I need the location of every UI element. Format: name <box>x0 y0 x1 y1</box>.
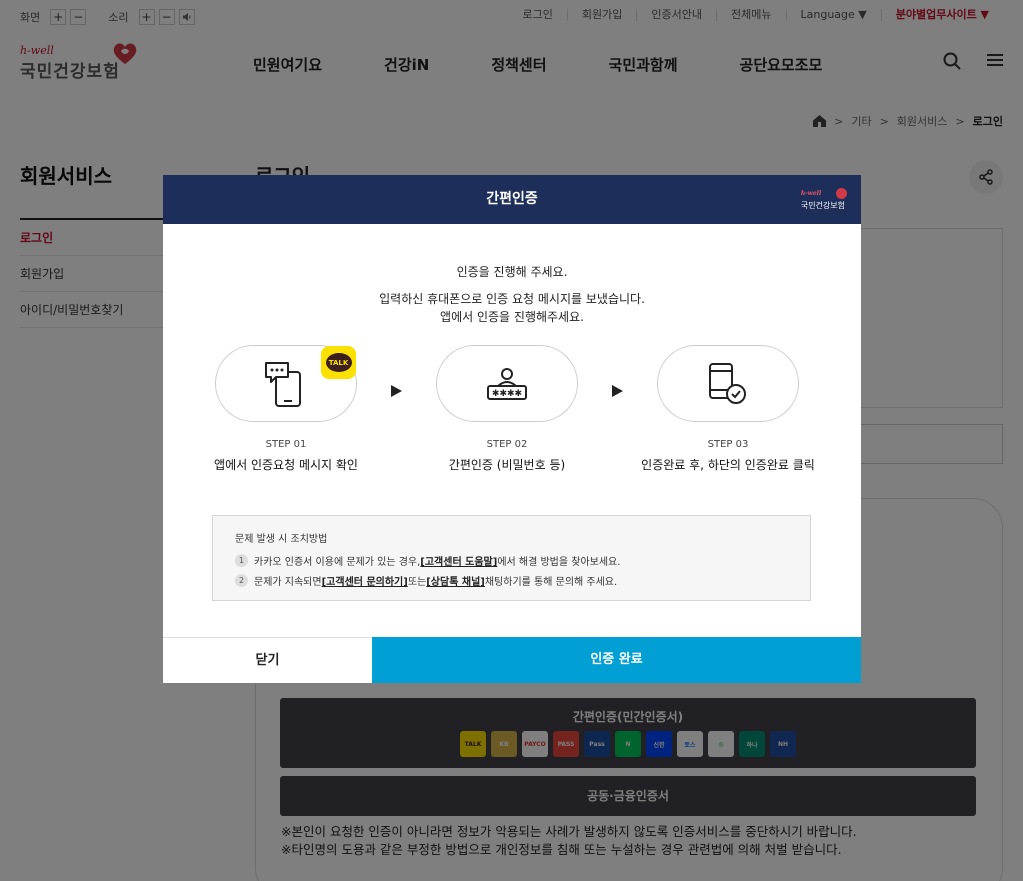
modal-logo: h-well 국민건강보험 <box>800 188 847 211</box>
phone-message-icon <box>265 361 301 407</box>
troubleshoot-box: 문제 발생 시 조치방법 1 카카오 인증서 이용에 문제가 있는 경우, [고… <box>212 515 811 601</box>
step-arrow-icon <box>391 385 402 397</box>
modal-message-main: 인증을 진행해 주세요. <box>456 265 568 279</box>
modal-message-sub: 입력하신 휴대폰으로 인증 요청 메시지를 보냈습니다. 앱에서 인증을 진행해… <box>163 290 861 326</box>
heart-logo-icon <box>836 188 847 199</box>
step-1-description: 앱에서 인증요청 메시지 확인 <box>214 458 358 472</box>
contact-center-link[interactable]: [고객센터 문의하기] <box>322 573 408 588</box>
row-text: 카카오 인증서 이용에 문제가 있는 경우, <box>254 557 421 568</box>
step-2-circle: ✱✱✱✱ <box>436 345 578 422</box>
step-3-circle <box>657 345 799 422</box>
close-button[interactable]: 닫기 <box>163 638 372 683</box>
modal-message-line: 입력하신 휴대폰으로 인증 요청 메시지를 보냈습니다. <box>379 292 645 306</box>
step-3: STEP 03 인증완료 후, 하단의 인증완료 클릭 <box>641 345 815 473</box>
svg-text:✱✱✱✱: ✱✱✱✱ <box>492 389 522 399</box>
row-text: 에서 해결 방법을 찾아보세요. <box>497 557 621 568</box>
modal-footer: 닫기 인증 완료 <box>163 637 861 683</box>
row-text: 채팅하기를 통해 문의해 주세요. <box>484 577 618 588</box>
step-1: TALK STEP 01 앱에서 인증요청 메시지 확인 <box>214 345 358 473</box>
row-text: 또는 <box>407 577 427 588</box>
phone-check-icon <box>709 362 746 404</box>
auth-complete-button[interactable]: 인증 완료 <box>372 637 861 683</box>
simple-auth-modal: 간편인증 h-well 국민건강보험 인증을 진행해 주세요. 입력하신 휴대폰… <box>163 175 861 683</box>
modal-title: 간편인증 <box>486 191 538 207</box>
step-arrow-icon <box>612 385 623 397</box>
step-3-description: 인증완료 후, 하단의 인증완료 클릭 <box>641 458 815 472</box>
step-2-number: STEP 02 <box>486 439 528 450</box>
troubleshoot-title: 문제 발생 시 조치방법 <box>235 534 328 545</box>
row-number: 2 <box>235 574 248 587</box>
modal-message-line: 앱에서 인증을 진행해주세요. <box>440 310 584 324</box>
step-3-number: STEP 03 <box>707 439 749 450</box>
troubleshoot-row: 1 카카오 인증서 이용에 문제가 있는 경우, [고객센터 도움말] 에서 해… <box>235 553 810 568</box>
row-number: 1 <box>235 554 248 567</box>
help-center-link[interactable]: [고객센터 도움말] <box>420 553 497 568</box>
row-text: 문제가 지속되면 <box>254 577 322 588</box>
step-2-description: 간편인증 (비밀번호 등) <box>448 458 566 472</box>
step-1-circle: TALK <box>215 345 357 422</box>
modal-logo-name: 국민건강보험 <box>800 201 845 210</box>
step-1-number: STEP 01 <box>265 439 307 450</box>
kakao-talk-badge: TALK <box>325 353 352 372</box>
troubleshoot-row: 2 문제가 지속되면 [고객센터 문의하기] 또는 [상담톡 채널] 채팅하기를… <box>235 573 810 588</box>
kakao-talk-icon: TALK <box>321 346 356 379</box>
user-password-icon: ✱✱✱✱ <box>487 367 527 400</box>
step-2: ✱✱✱✱ STEP 02 간편인증 (비밀번호 등) <box>436 345 578 473</box>
modal-header: 간편인증 h-well 국민건강보험 <box>163 175 861 224</box>
chat-channel-link[interactable]: [상담톡 채널] <box>426 573 485 588</box>
